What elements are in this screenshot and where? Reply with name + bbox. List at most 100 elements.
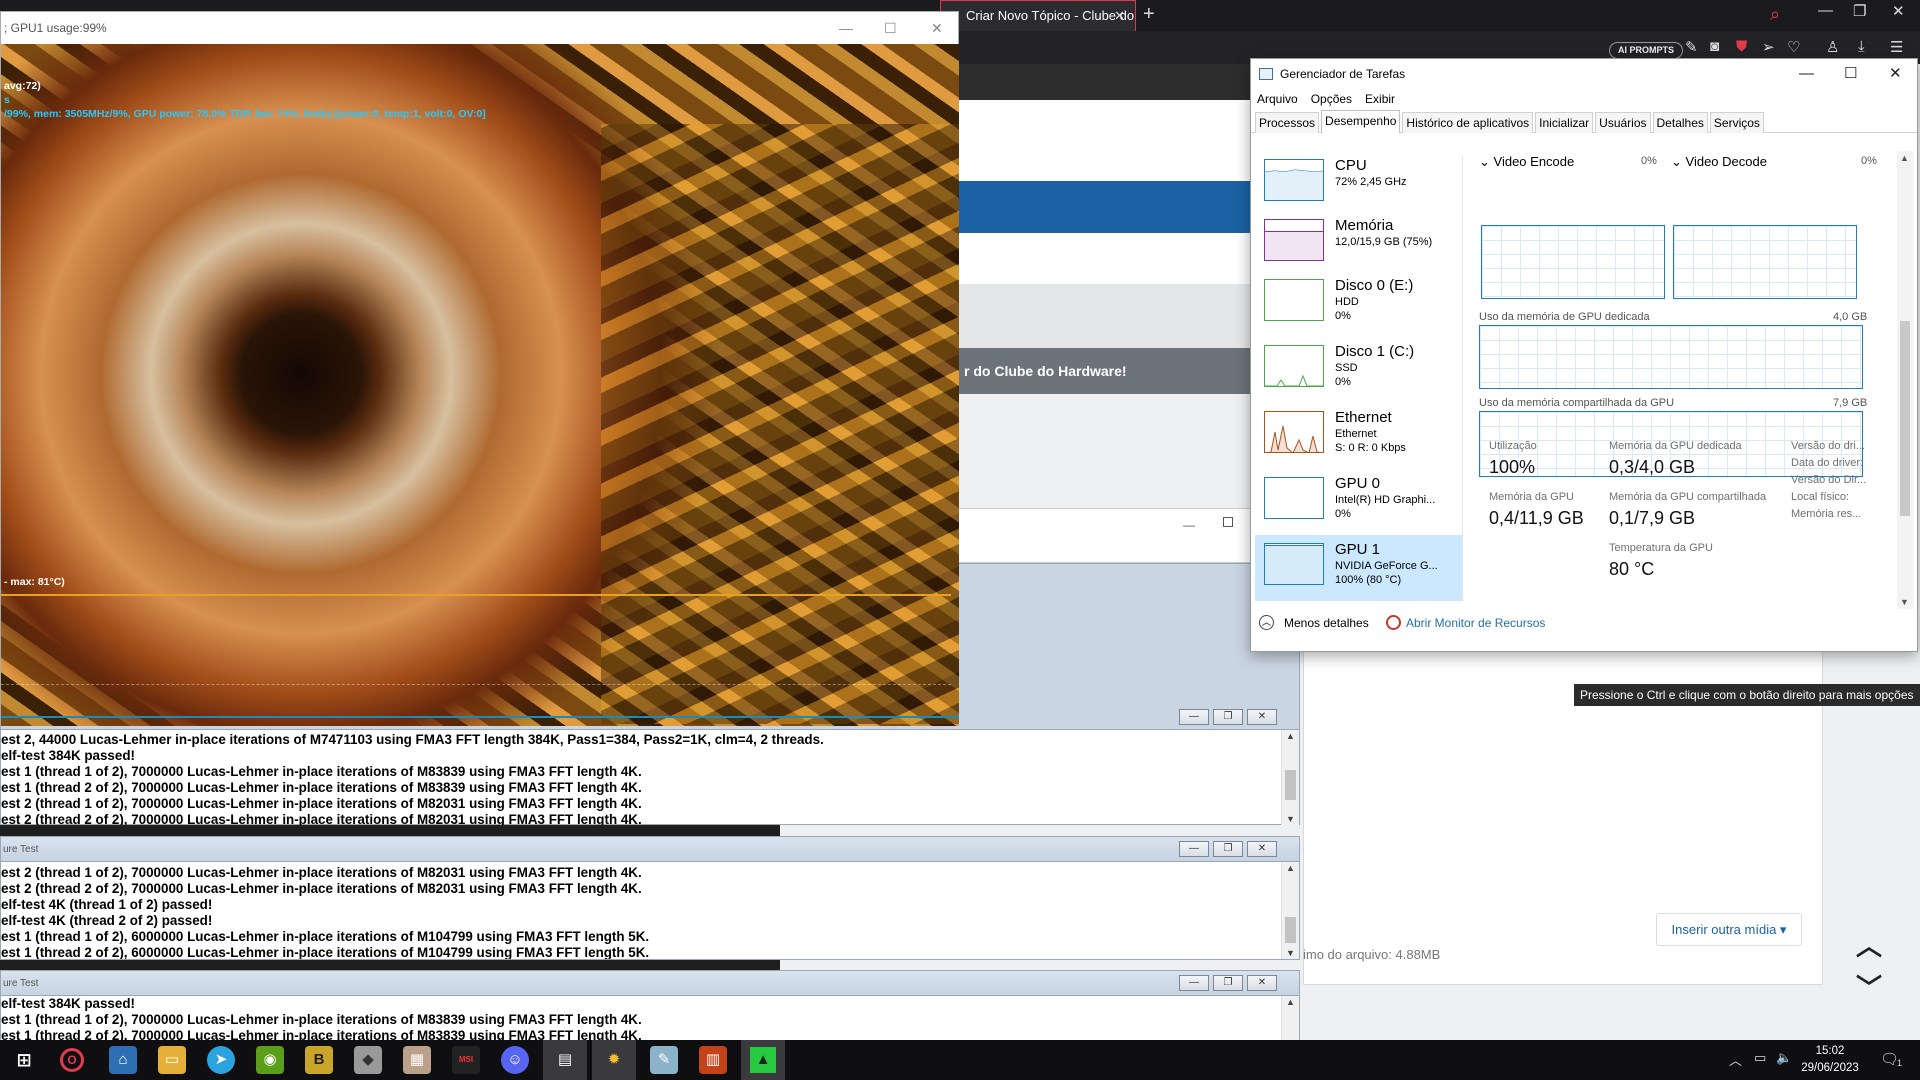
winrar-icon[interactable]: ▥ xyxy=(699,1046,727,1074)
network-icon[interactable]: ▭ xyxy=(1754,1050,1766,1066)
close-icon[interactable]: ✕ xyxy=(1889,59,1902,89)
tab-historico[interactable]: Histórico de aplicativos xyxy=(1402,112,1534,133)
maximize-icon[interactable]: ☐ xyxy=(1844,59,1857,89)
scroll-up-icon[interactable]: ▲ xyxy=(1286,863,1295,873)
chevron-up-icon[interactable]: ︿ xyxy=(1259,615,1274,630)
discord-icon[interactable]: ☺ xyxy=(501,1046,529,1074)
restore-button[interactable]: ❐ xyxy=(1213,841,1243,857)
minimize-icon[interactable]: — xyxy=(1183,518,1195,532)
opera-icon[interactable]: O xyxy=(60,1048,84,1072)
furmark-render-view: avg:72) s /99%, mem: 3505MHz/9%, GPU pow… xyxy=(1,44,959,726)
edit-icon[interactable]: ✎ xyxy=(1685,38,1698,56)
window-title: ure Test xyxy=(3,844,39,855)
tab-usuarios[interactable]: Usuários xyxy=(1595,112,1651,133)
search-icon[interactable]: ⌕ xyxy=(1770,4,1780,25)
maximize-icon[interactable]: ☐ xyxy=(884,12,897,44)
minimize-button[interactable]: — xyxy=(1179,975,1209,991)
resource-ethernet[interactable]: Ethernet Ethernet S: 0 R: 0 Kbps xyxy=(1255,403,1463,469)
maximize-icon[interactable] xyxy=(1223,517,1233,527)
close-button[interactable]: ✕ xyxy=(1247,709,1277,725)
menu-opcoes[interactable]: Opções xyxy=(1311,89,1352,110)
scrollbar[interactable]: ▲ ▼ xyxy=(1281,730,1299,825)
home-icon[interactable]: ⌂ xyxy=(109,1046,137,1074)
msi-afterburner-icon[interactable]: MSI xyxy=(452,1046,480,1074)
resource-disk-1[interactable]: Disco 1 (C:) SSD 0% xyxy=(1255,337,1463,403)
browser-minimize-icon[interactable]: — xyxy=(1818,2,1833,19)
menu-arquivo[interactable]: Arquivo xyxy=(1257,89,1298,110)
scroll-thumb[interactable] xyxy=(1285,770,1296,800)
furmark-taskbar-icon[interactable]: ✹ xyxy=(592,1040,636,1080)
scroll-up-icon[interactable]: ▲ xyxy=(1286,731,1295,741)
resource-memory[interactable]: Memória 12,0/15,9 GB (75%) xyxy=(1255,211,1463,277)
resource-disk-0[interactable]: Disco 0 (E:) HDD 0% xyxy=(1255,271,1463,337)
windows-start-icon[interactable]: ⊞ xyxy=(10,1046,38,1074)
fewer-details-link[interactable]: Menos detalhes xyxy=(1284,616,1369,630)
scrollbar[interactable]: ▲ ▼ xyxy=(1897,151,1913,609)
scroll-thumb[interactable] xyxy=(1285,917,1296,943)
insert-media-button[interactable]: Inserir outra mídia ▾ xyxy=(1656,913,1802,946)
resource-detail: Intel(R) HD Graphi... xyxy=(1335,494,1436,506)
tab-servicos[interactable]: Serviços xyxy=(1709,112,1764,133)
tab-desempenho[interactable]: Desempenho xyxy=(1321,110,1401,133)
restore-button[interactable]: ❐ xyxy=(1213,709,1243,725)
scroll-up-icon[interactable]: ▲ xyxy=(1286,997,1295,1007)
resource-cpu[interactable]: CPU 72% 2,45 GHz xyxy=(1255,151,1463,217)
tab-inicializar[interactable]: Inicializar xyxy=(1535,112,1594,133)
browser-restore-icon[interactable]: ❐ xyxy=(1853,2,1866,20)
telegram-icon[interactable]: ➤ xyxy=(207,1046,235,1074)
send-icon[interactable]: ➢ xyxy=(1762,38,1775,56)
restore-button[interactable]: ❐ xyxy=(1213,975,1243,991)
app-icon[interactable]: B xyxy=(305,1046,333,1074)
tab-processos[interactable]: Processos xyxy=(1255,112,1320,133)
prime95-taskbar-icon[interactable]: ▤ xyxy=(543,1040,587,1080)
camera-icon[interactable]: ◙ xyxy=(1710,38,1719,55)
adblock-icon[interactable]: ⛊ xyxy=(1736,38,1747,55)
resource-monitor-icon[interactable] xyxy=(1386,615,1401,630)
close-icon[interactable]: ✕ xyxy=(931,12,943,44)
close-tab-icon[interactable]: ✕ xyxy=(1114,1,1125,31)
resource-detail: 72% 2,45 GHz xyxy=(1335,176,1407,188)
tray-chevron-icon[interactable]: ︿ xyxy=(1729,1050,1742,1069)
minimize-icon[interactable]: — xyxy=(1799,59,1814,89)
resource-gpu-1[interactable]: GPU 1 NVIDIA GeForce G... 100% (80 °C) xyxy=(1255,535,1463,601)
new-tab-icon[interactable]: + xyxy=(1143,0,1155,28)
scroll-up-icon[interactable]: ︿ xyxy=(1856,926,1882,963)
taskmgr-taskbar-icon[interactable]: ▲ xyxy=(741,1040,785,1080)
scroll-down-icon[interactable]: ▼ xyxy=(1286,948,1295,958)
scrollbar[interactable]: ▲ ▼ xyxy=(1281,862,1299,959)
scroll-down-icon[interactable]: ﹀ xyxy=(1856,968,1882,1005)
close-button[interactable]: ✕ xyxy=(1247,841,1277,857)
file-explorer-icon[interactable]: ▭ xyxy=(158,1046,186,1074)
resource-gpu-0[interactable]: GPU 0 Intel(R) HD Graphi... 0% xyxy=(1255,469,1463,535)
minimize-icon[interactable]: — xyxy=(839,12,853,44)
download-icon[interactable]: ⤓ xyxy=(1858,38,1865,55)
app-icon[interactable]: ▦ xyxy=(403,1046,431,1074)
minimize-button[interactable]: — xyxy=(1179,709,1209,725)
scroll-thumb[interactable] xyxy=(1900,321,1910,516)
open-resource-monitor-link[interactable]: Abrir Monitor de Recursos xyxy=(1406,616,1545,630)
video-decode-label[interactable]: ⌄ Video Decode xyxy=(1671,154,1767,170)
system-clock[interactable]: 15:02 29/06/2023 xyxy=(1790,1043,1870,1077)
video-encode-label[interactable]: ⌄ Video Encode xyxy=(1479,154,1574,170)
nvidia-icon[interactable]: ◉ xyxy=(256,1046,284,1074)
directx-label: Versão do Dir... xyxy=(1791,474,1867,486)
log-line: est 1 (thread 1 of 2), 7000000 Lucas-Leh… xyxy=(1,764,642,779)
resource-detail: SSD xyxy=(1335,362,1358,374)
browser-tab-active[interactable]: Criar Novo Tópico - Clube do Hardware ✕ xyxy=(940,0,1136,31)
heart-icon[interactable]: ♡ xyxy=(1787,38,1800,56)
menu-exibir[interactable]: Exibir xyxy=(1365,89,1395,110)
temperature-graph-line xyxy=(1,594,951,596)
menu-icon[interactable]: ☰ xyxy=(1890,38,1903,56)
account-icon[interactable]: ♙ xyxy=(1826,38,1839,56)
resource-name: GPU 0 xyxy=(1335,475,1381,492)
scroll-down-icon[interactable]: ▼ xyxy=(1286,814,1295,824)
scrollbar[interactable]: ▲ xyxy=(1281,996,1299,1042)
close-button[interactable]: ✕ xyxy=(1247,975,1277,991)
notepad-icon[interactable]: ✎ xyxy=(650,1046,678,1074)
ai-prompts-button[interactable]: AI PROMPTS xyxy=(1609,42,1684,59)
minimize-button[interactable]: — xyxy=(1179,841,1209,857)
app-icon[interactable]: ◆ xyxy=(354,1046,382,1074)
tab-detalhes[interactable]: Detalhes xyxy=(1652,112,1708,133)
browser-close-icon[interactable]: ✕ xyxy=(1892,2,1905,20)
scroll-up-icon[interactable]: ▲ xyxy=(1900,153,1909,163)
